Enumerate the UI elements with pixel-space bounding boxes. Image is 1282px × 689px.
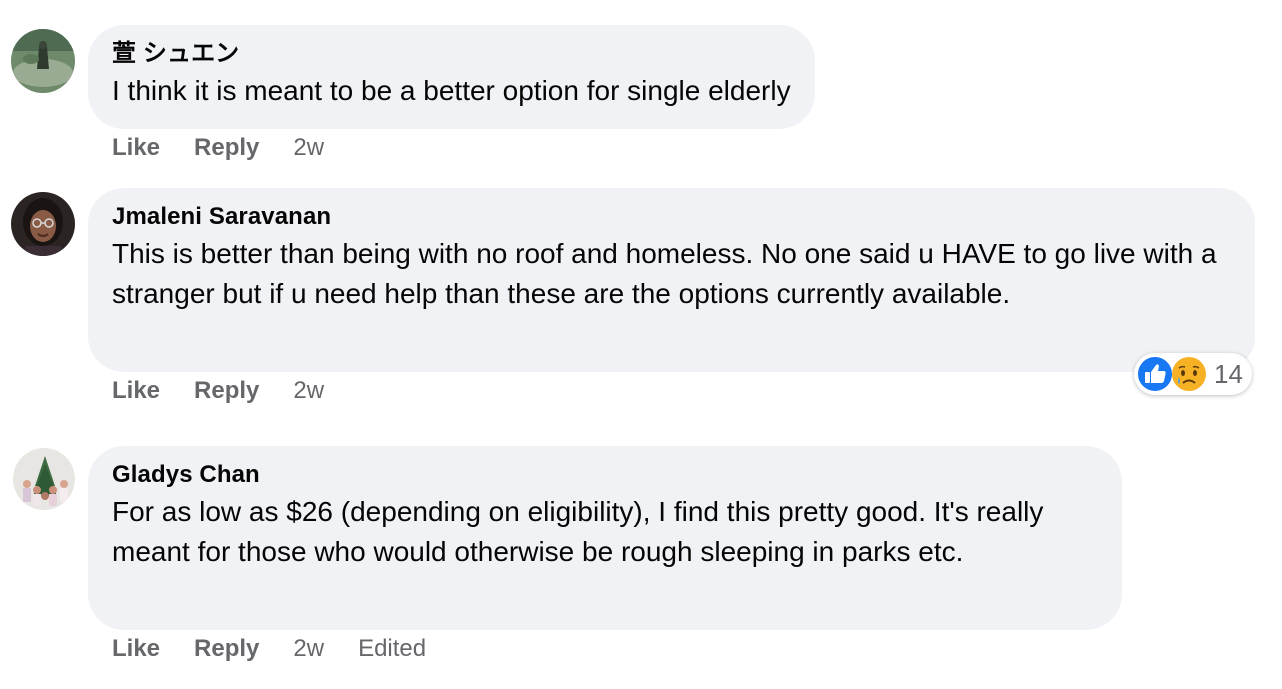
- comment-timestamp[interactable]: 2w: [293, 134, 324, 162]
- comment-author[interactable]: Jmaleni Saravanan: [112, 202, 1231, 232]
- reaction-count: 14: [1214, 358, 1243, 389]
- avatar[interactable]: [13, 448, 75, 510]
- comment-bubble: 萱 シュエン I think it is meant to be a bette…: [88, 25, 815, 129]
- sad-icon: [1170, 355, 1208, 393]
- comment-author[interactable]: 萱 シュエン: [112, 39, 791, 69]
- comment-text: I think it is meant to be a better optio…: [112, 75, 791, 106]
- like-button[interactable]: Like: [112, 134, 160, 162]
- comment-text: For as low as $26 (depending on eligibil…: [112, 496, 1044, 567]
- reaction-summary[interactable]: 14: [1134, 353, 1252, 395]
- comment-actions: Like Reply 2w Edited: [112, 634, 426, 664]
- avatar-image: [11, 192, 75, 256]
- comment-timestamp[interactable]: 2w: [293, 635, 324, 663]
- avatar[interactable]: [11, 192, 75, 256]
- reply-button[interactable]: Reply: [194, 134, 259, 162]
- like-button[interactable]: Like: [112, 377, 160, 405]
- like-button[interactable]: Like: [112, 635, 160, 663]
- comment-text: This is better than being with no roof a…: [112, 238, 1217, 309]
- reply-button[interactable]: Reply: [194, 377, 259, 405]
- comment-timestamp[interactable]: 2w: [293, 377, 324, 405]
- comment-actions: Like Reply 2w: [112, 376, 358, 406]
- avatar-image: [11, 29, 75, 93]
- comment-bubble: Jmaleni Saravanan This is better than be…: [88, 188, 1255, 372]
- reply-button[interactable]: Reply: [194, 635, 259, 663]
- avatar-image: [13, 448, 75, 510]
- comment-actions: Like Reply 2w: [112, 133, 358, 163]
- edited-label[interactable]: Edited: [358, 635, 426, 663]
- comment-author[interactable]: Gladys Chan: [112, 460, 1098, 490]
- avatar[interactable]: [11, 29, 75, 93]
- like-icon: [1136, 355, 1174, 393]
- comment-bubble: Gladys Chan For as low as $26 (depending…: [88, 446, 1122, 630]
